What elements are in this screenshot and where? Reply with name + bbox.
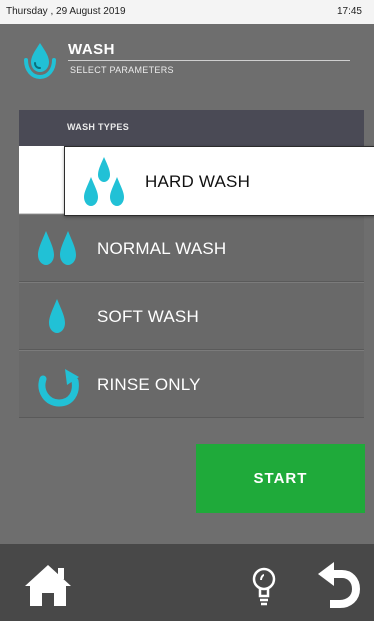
start-button[interactable]: START — [196, 444, 365, 513]
rinse-arrow-icon — [38, 369, 79, 407]
two-drops-icon — [38, 231, 76, 265]
option-label: NORMAL WASH — [97, 239, 227, 258]
option-hard-wash-selected[interactable]: HARD WASH — [64, 146, 374, 216]
wash-screen: Thursday , 29 August 2019 17:45 WASH SEL… — [0, 0, 374, 621]
option-label: RINSE ONLY — [97, 375, 201, 394]
status-date: Thursday , 29 August 2019 — [6, 6, 126, 17]
status-time: 17:45 — [336, 6, 362, 17]
option-soft-wash[interactable]: SOFT WASH — [19, 282, 364, 350]
selected-option-label: HARD WASH — [145, 172, 251, 191]
home-icon[interactable] — [22, 562, 74, 608]
header-divider — [68, 60, 350, 61]
bottom-bar — [0, 544, 374, 621]
header: WASH SELECT PARAMETERS — [0, 24, 374, 98]
option-label: SOFT WASH — [97, 307, 199, 326]
option-normal-wash[interactable]: NORMAL WASH — [19, 214, 364, 282]
status-bar: Thursday , 29 August 2019 17:45 — [0, 0, 374, 24]
three-drops-icon — [84, 157, 124, 206]
option-rinse-only[interactable]: RINSE ONLY — [19, 350, 364, 418]
wash-types-header: WASH TYPES — [19, 110, 364, 146]
page-title: WASH — [68, 41, 115, 58]
one-drop-icon — [49, 299, 65, 333]
page-subtitle: SELECT PARAMETERS — [70, 65, 174, 75]
back-icon[interactable] — [316, 560, 362, 610]
lightbulb-icon[interactable] — [251, 566, 277, 608]
hand-water-icon — [24, 43, 56, 80]
